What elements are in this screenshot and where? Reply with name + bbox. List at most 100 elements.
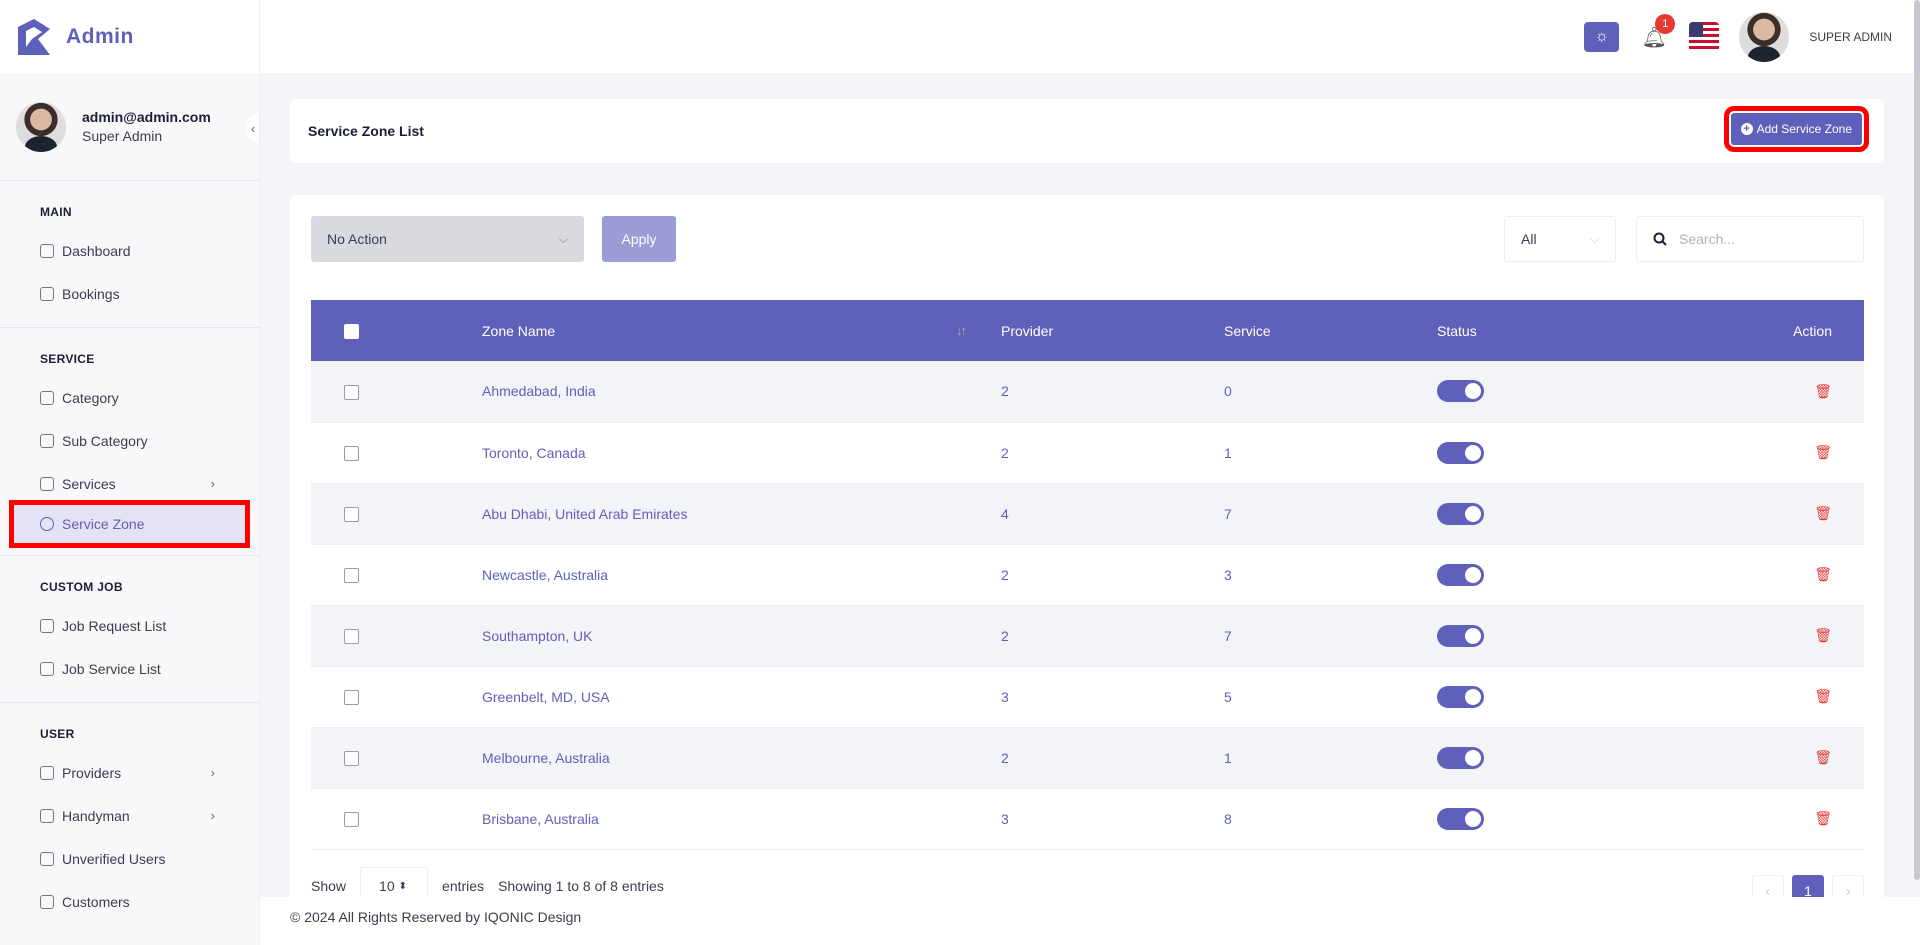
- notifications-button[interactable]: 🔔︎ 1: [1639, 14, 1676, 52]
- row-checkbox[interactable]: [344, 811, 359, 827]
- service-count-link[interactable]: 1: [1224, 422, 1437, 483]
- zone-name-link[interactable]: Abu Dhabi, United Arab Emirates: [482, 483, 1001, 544]
- page-scrollbar[interactable]: [1914, 0, 1920, 880]
- provider-count-link[interactable]: 2: [1001, 361, 1224, 422]
- service-count-link[interactable]: 0: [1224, 361, 1437, 422]
- status-toggle[interactable]: [1437, 502, 1484, 525]
- table-row: Southampton, UK 2 7 🗑︎: [311, 605, 1864, 666]
- main-content: Service Zone List + Add Service Zone No …: [260, 73, 1920, 945]
- plus-circle-icon: +: [1740, 123, 1753, 135]
- status-toggle[interactable]: [1437, 746, 1484, 769]
- row-checkbox[interactable]: [344, 384, 359, 400]
- service-count-link[interactable]: 3: [1224, 544, 1437, 605]
- trash-icon[interactable]: 🗑︎: [1814, 383, 1832, 400]
- header-avatar[interactable]: [1739, 12, 1790, 62]
- status-toggle[interactable]: [1437, 685, 1484, 708]
- table-card: No Action ⌵ Apply All ⌵ Zone Name↓↑ Prov…: [290, 195, 1884, 915]
- row-checkbox[interactable]: [344, 506, 359, 522]
- status-toggle[interactable]: [1437, 441, 1484, 464]
- sidebar-item-label: Customers: [62, 893, 130, 910]
- provider-count-link[interactable]: 2: [1001, 422, 1224, 483]
- zone-name-link[interactable]: Newcastle, Australia: [482, 544, 1001, 605]
- search-input[interactable]: [1679, 231, 1839, 247]
- table-row: Toronto, Canada 2 1 🗑︎: [311, 422, 1864, 483]
- sidebar-item-bookings[interactable]: Bookings: [0, 272, 259, 315]
- column-header-zone-name[interactable]: Zone Name ↓↑: [482, 300, 1001, 361]
- sidebar-collapse-button[interactable]: ‹: [246, 113, 259, 143]
- provider-count-link[interactable]: 4: [1001, 483, 1224, 544]
- sidebar-item-category[interactable]: Category: [0, 376, 259, 419]
- service-count-link[interactable]: 1: [1224, 727, 1437, 788]
- provider-count-link[interactable]: 2: [1001, 727, 1224, 788]
- services-icon: [40, 476, 54, 491]
- row-checkbox[interactable]: [344, 567, 359, 583]
- trash-icon[interactable]: 🗑︎: [1814, 749, 1832, 766]
- zone-name-link[interactable]: Brisbane, Australia: [482, 788, 1001, 849]
- sidebar-item-handyman[interactable]: Handyman ›: [0, 794, 259, 837]
- nav-section-service: SERVICE Category Sub Category Services › …: [0, 328, 259, 556]
- service-count-link[interactable]: 8: [1224, 788, 1437, 849]
- zone-name-link[interactable]: Southampton, UK: [482, 605, 1001, 666]
- trash-icon[interactable]: 🗑︎: [1814, 444, 1832, 461]
- select-all-checkbox[interactable]: [344, 323, 359, 339]
- nav-section-custom-job: CUSTOM JOB Job Request List Job Service …: [0, 556, 259, 703]
- sidebar-item-job-service-list[interactable]: Job Service List: [0, 647, 259, 690]
- sidebar-item-label: Bookings: [62, 285, 120, 302]
- status-filter-value: All: [1521, 231, 1537, 247]
- sidebar-item-sub-category[interactable]: Sub Category: [0, 419, 259, 462]
- row-checkbox[interactable]: [344, 628, 359, 644]
- sidebar-item-label: Service Zone: [62, 516, 145, 532]
- add-service-zone-button[interactable]: + Add Service Zone: [1723, 106, 1870, 152]
- sidebar-item-job-request-list[interactable]: Job Request List: [0, 604, 259, 647]
- status-toggle[interactable]: [1437, 624, 1484, 647]
- zone-name-link[interactable]: Toronto, Canada: [482, 422, 1001, 483]
- status-filter-select[interactable]: All ⌵: [1504, 216, 1616, 262]
- trash-icon[interactable]: 🗑︎: [1814, 688, 1832, 705]
- zone-name-link[interactable]: Ahmedabad, India: [482, 361, 1001, 422]
- trash-icon[interactable]: 🗑︎: [1814, 566, 1832, 583]
- service-count-link[interactable]: 7: [1224, 605, 1437, 666]
- status-toggle[interactable]: [1437, 807, 1484, 830]
- category-icon: [40, 390, 54, 405]
- language-flag-icon[interactable]: [1689, 22, 1720, 52]
- header-user-label[interactable]: SUPER ADMIN: [1809, 30, 1892, 44]
- sidebar-item-providers[interactable]: Providers ›: [0, 751, 259, 794]
- provider-count-link[interactable]: 3: [1001, 788, 1224, 849]
- zone-name-link[interactable]: Greenbelt, MD, USA: [482, 666, 1001, 727]
- provider-count-link[interactable]: 3: [1001, 666, 1224, 727]
- calendar-icon: [40, 286, 54, 301]
- brand-logo-icon: [18, 18, 50, 55]
- service-count-link[interactable]: 7: [1224, 483, 1437, 544]
- column-header-status: Status: [1437, 322, 1477, 339]
- apply-button[interactable]: Apply: [602, 216, 676, 262]
- row-checkbox[interactable]: [344, 445, 359, 461]
- provider-count-link[interactable]: 2: [1001, 605, 1224, 666]
- sun-icon: ☼: [1594, 28, 1610, 45]
- sidebar-item-customers[interactable]: Customers: [0, 880, 259, 923]
- row-checkbox[interactable]: [344, 689, 359, 705]
- add-service-zone-label: Add Service Zone: [1756, 122, 1852, 136]
- row-checkbox[interactable]: [344, 750, 359, 766]
- theme-toggle-button[interactable]: ☼: [1584, 22, 1620, 52]
- chevron-down-icon: ⌵: [558, 231, 568, 246]
- sidebar-item-service-zone[interactable]: Service Zone: [9, 500, 250, 548]
- top-header: ☼ 🔔︎ 1 SUPER ADMIN: [260, 0, 1920, 73]
- status-toggle[interactable]: [1437, 380, 1484, 403]
- service-count-link[interactable]: 5: [1224, 666, 1437, 727]
- sidebar-item-label: Job Service List: [62, 660, 161, 677]
- status-toggle[interactable]: [1437, 563, 1484, 586]
- zone-name-link[interactable]: Melbourne, Australia: [482, 727, 1001, 788]
- sidebar-item-label: Unverified Users: [62, 850, 166, 867]
- sidebar-item-unverified-users[interactable]: Unverified Users: [0, 837, 259, 880]
- brand[interactable]: Admin: [0, 0, 259, 73]
- trash-icon[interactable]: 🗑︎: [1814, 627, 1832, 644]
- nav-section-user: USER Providers › Handyman › Unverified Use…: [0, 703, 259, 935]
- sort-icon[interactable]: ↓↑: [956, 323, 967, 338]
- sidebar-item-dashboard[interactable]: Dashboard: [0, 229, 259, 272]
- trash-icon[interactable]: 🗑︎: [1814, 810, 1832, 827]
- bulk-action-select[interactable]: No Action ⌵: [311, 216, 584, 262]
- trash-icon[interactable]: 🗑︎: [1814, 505, 1832, 522]
- bulk-action-value: No Action: [327, 231, 387, 247]
- sidebar-item-services[interactable]: Services ›: [0, 462, 259, 505]
- provider-count-link[interactable]: 2: [1001, 544, 1224, 605]
